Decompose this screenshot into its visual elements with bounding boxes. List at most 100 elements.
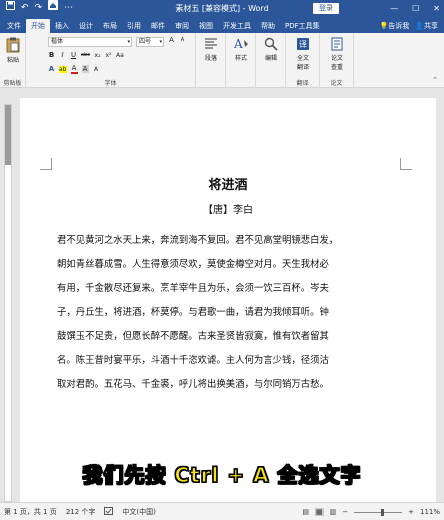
poem-line: 君不见黄河之水天上来，奔流到海不复回。君不见高堂明镜悲白发， [57,235,339,246]
paper-label-line2: 查重 [330,64,343,71]
paper-group-label: 论文 [330,80,343,87]
char-shading-button[interactable]: A [81,65,89,73]
tab-pdf-tools[interactable]: PDF工具集 [280,19,325,33]
vertical-ruler[interactable] [4,104,12,502]
document-canvas: 将进酒 【唐】李白 君不见黄河之水天上来，奔流到海不复回。君不见高堂明镜悲白发，… [0,96,444,502]
underline-button[interactable]: U [70,51,77,59]
paragraph-group: 段落 [196,33,226,88]
maximize-button[interactable]: ☐ [412,0,419,17]
italic-button[interactable]: I [59,51,66,59]
web-layout-icon[interactable]: ▥ [330,508,337,516]
tell-me-label: 告诉我 [388,22,410,30]
ruler-margin [5,105,11,165]
paste-label: 粘贴 [6,57,19,64]
proofing-icon[interactable] [104,506,114,517]
paragraph-button[interactable]: 段落 [201,37,221,62]
tab-review[interactable]: 审阅 [170,19,194,33]
styles-button[interactable]: A 样式 [231,37,251,62]
translate-group: 译 全文 翻译 翻译 [286,33,320,88]
login-button[interactable]: 登录 [313,3,339,14]
tab-references[interactable]: 引用 [122,19,146,33]
font-color-button[interactable]: A [70,64,78,74]
grow-font-icon[interactable]: A [168,36,175,44]
full-translate-button[interactable]: 译 全文 翻译 [291,37,315,71]
clear-format-icon[interactable]: A [93,66,100,73]
caption-suffix: 全选文字 [269,462,362,487]
chevron-down-icon: ▾ [127,39,130,45]
share-label: 共享 [424,22,438,30]
person-icon: 👤 [415,22,424,30]
svg-text:A: A [233,37,243,51]
save-icon[interactable] [6,0,15,17]
paper-check-button[interactable]: 论文 查重 [325,37,349,71]
paragraph-icon [205,38,217,49]
redo-icon[interactable]: ↷ [35,0,43,17]
editing-group: 编辑 [256,33,286,88]
tab-developer[interactable]: 开发工具 [218,19,256,33]
zoom-out-button[interactable]: − [342,508,348,516]
zoom-in-button[interactable]: + [408,508,414,516]
close-button[interactable]: ✕ [433,0,440,17]
caption-prefix: 我们先按 [82,462,175,487]
poem-line: 名。陈王昔时宴平乐，斗酒十千恣欢谑。主人何为言少钱，径须沽 [57,355,329,366]
font-group: 楷体 ▾ 四号 ▾ A A B I U abc x₂ x² Aa A ab A A … [26,33,196,88]
paste-button[interactable]: 粘贴 [3,37,23,64]
tab-home[interactable]: 开始 [26,19,50,33]
zoom-level[interactable]: 111% [420,508,440,516]
tab-help[interactable]: 帮助 [256,19,280,33]
status-right: ▤ ▦ ▥ − + 111% [302,503,440,520]
tab-bar-right: 💡告诉我 👤共享 [380,19,444,33]
font-format-row: B I U abc x₂ x² Aa [48,51,124,59]
poem-body: 君不见黄河之水天上来，奔流到海不复回。君不见高堂明镜悲白发， 朝如青丝暮成雪。人… [57,229,401,397]
collapse-ribbon-icon[interactable]: ⌃ [432,76,438,84]
quick-access-toolbar: ↶ ↷ ⋯ [0,0,73,17]
tab-layout[interactable]: 布局 [98,19,122,33]
ribbon-tabs: 文件 开始 插入 设计 布局 引用 邮件 审阅 视图 开发工具 帮助 PDF工具… [0,17,444,33]
subscript-button[interactable]: x₂ [94,52,101,59]
highlight-button[interactable]: ab [59,65,67,73]
document-check-icon [331,37,343,51]
ribbon: 粘贴 剪贴板 楷体 ▾ 四号 ▾ A A B I U abc x₂ x² Aa A [0,33,444,88]
undo-icon[interactable]: ↶ [21,0,29,17]
tab-insert[interactable]: 插入 [50,19,74,33]
document-page[interactable]: 将进酒 【唐】李白 君不见黄河之水天上来，奔流到海不复回。君不见高堂明镜悲白发，… [20,98,436,502]
font-name-combo[interactable]: 楷体 ▾ [48,37,132,47]
change-case-button[interactable]: Aa [116,52,124,59]
poem-title: 将进酒 [208,178,248,193]
paper-label-line1: 论文 [330,55,343,62]
shrink-font-icon[interactable]: A [179,37,186,43]
strikethrough-button[interactable]: abc [81,52,90,58]
customize-qat-icon[interactable]: ⋯ [64,0,73,17]
styles-label: 样式 [234,55,247,62]
read-mode-icon[interactable]: ▤ [302,508,309,516]
tell-me-box[interactable]: 💡告诉我 [380,19,410,33]
crop-mark-top-right [400,158,412,170]
tab-design[interactable]: 设计 [74,19,98,33]
share-button[interactable]: 👤共享 [415,19,438,33]
zoom-slider-thumb[interactable] [380,508,384,516]
language-indicator[interactable]: 中文(中国) [122,507,155,517]
translate-label-line2: 翻译 [296,64,309,71]
svg-text:译: 译 [299,40,307,49]
print-layout-icon[interactable]: ▦ [314,508,324,516]
text-effects-button[interactable]: A [48,65,55,73]
home-icon[interactable] [48,0,59,17]
crop-mark-top-left [40,158,52,170]
poem-line: 取对君酌。五花马、千金裘，呼儿将出换美酒，与尔同销万古愁。 [57,379,329,390]
tab-mailings[interactable]: 邮件 [146,19,170,33]
chevron-down-icon: ▾ [159,39,162,45]
editing-button[interactable]: 编辑 [261,37,281,62]
page-count[interactable]: 第 1 页，共 1 页 [4,507,57,517]
minimize-button[interactable]: — [390,0,398,17]
zoom-slider[interactable] [354,508,403,516]
word-count[interactable]: 212 个字 [66,507,96,517]
caption-shortcut: Ctrl + A [174,462,270,487]
styles-icon: A [233,37,248,51]
font-size-combo[interactable]: 四号 ▾ [136,37,164,47]
tab-view[interactable]: 视图 [194,19,218,33]
superscript-button[interactable]: x² [105,52,112,59]
video-caption: 我们先按 Ctrl + A 全选文字 [0,459,444,488]
tab-file[interactable]: 文件 [2,19,26,33]
bold-button[interactable]: B [48,51,55,59]
poem-line: 鼓馔玉不足贵，但愿长醉不愿醒。古来圣贤皆寂寞，惟有饮者留其 [57,331,329,342]
